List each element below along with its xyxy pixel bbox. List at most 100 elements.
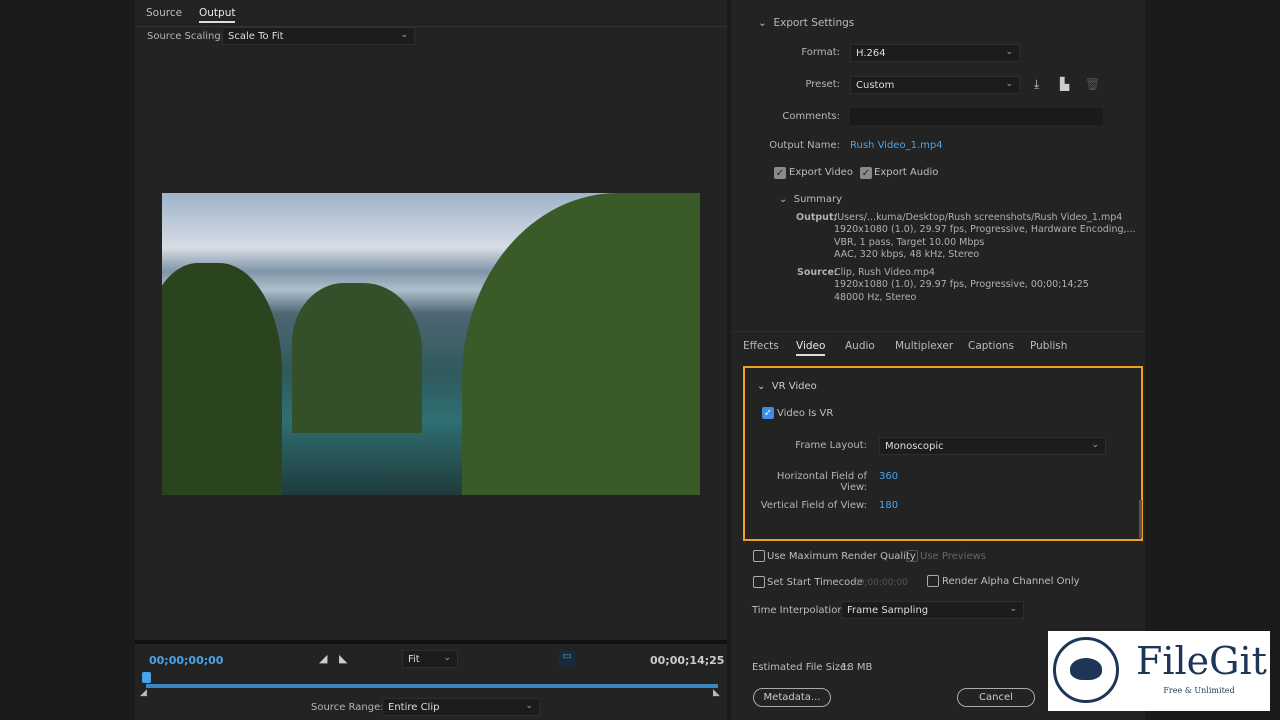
import-preset-icon[interactable]: ▙: [1060, 77, 1069, 91]
summary-output-line: AAC, 320 kbps, 48 kHz, Stereo: [834, 249, 980, 260]
use-previews-label: Use Previews: [920, 551, 986, 562]
source-range-value: Entire Clip: [388, 702, 440, 713]
export-settings-header[interactable]: ⌄ Export Settings: [758, 17, 854, 29]
zoom-dropdown[interactable]: Fit ⌄: [402, 650, 458, 668]
frame-layout-label: Frame Layout:: [795, 440, 867, 451]
video-is-vr-checkbox[interactable]: ✓: [762, 407, 774, 419]
island-left: [162, 263, 282, 495]
export-audio-checkbox[interactable]: ✓: [860, 167, 872, 179]
vfov-label: Vertical Field of View:: [760, 500, 867, 511]
chevron-down-icon: ⌄: [1091, 440, 1099, 450]
output-name-link[interactable]: Rush Video_1.mp4: [850, 140, 943, 151]
filegit-watermark: FileGit Free & Unlimited: [1048, 631, 1270, 711]
use-previews-checkbox[interactable]: [906, 550, 918, 562]
tab-source[interactable]: Source: [146, 7, 182, 19]
chevron-down-icon: ⌄: [1005, 79, 1013, 89]
source-range-label: Source Range:: [311, 702, 384, 713]
out-point-handle[interactable]: ◣: [713, 688, 720, 698]
format-label: Format:: [801, 47, 840, 58]
vfov-value[interactable]: 180: [879, 500, 898, 511]
start-timecode-value[interactable]: 00;00;00;00: [853, 578, 908, 588]
playhead-handle[interactable]: [142, 672, 151, 683]
tab-publish[interactable]: Publish: [1030, 340, 1067, 352]
mark-in-icon[interactable]: ◢: [319, 652, 327, 665]
frame-layout-value: Monoscopic: [885, 441, 944, 452]
alpha-only-label: Render Alpha Channel Only: [942, 576, 1080, 587]
filegit-tagline: Free & Unlimited: [1163, 686, 1235, 695]
export-video-checkbox[interactable]: ✓: [774, 167, 786, 179]
vr-video-header[interactable]: ⌄ VR Video: [757, 381, 817, 392]
start-timecode-checkbox[interactable]: [753, 576, 765, 588]
file-size-value: 18 MB: [841, 662, 873, 673]
time-interpolation-label: Time Interpolation:: [752, 605, 848, 616]
chevron-down-icon: ⌄: [1005, 47, 1013, 57]
tab-captions[interactable]: Captions: [968, 340, 1014, 352]
tab-audio[interactable]: Audio: [845, 340, 875, 352]
tab-effects[interactable]: Effects: [743, 340, 779, 352]
summary-source-label: Source:: [797, 267, 838, 278]
cancel-button[interactable]: Cancel: [957, 688, 1035, 707]
format-value: H.264: [856, 48, 886, 59]
filegit-logo-icon: [1053, 637, 1119, 703]
chevron-down-icon: ⌄: [1009, 604, 1017, 614]
timecode-duration: 00;00;14;25: [650, 654, 725, 667]
source-scaling-label: Source Scaling:: [147, 31, 225, 42]
aspect-icon[interactable]: ▭: [559, 651, 575, 667]
timecode-current[interactable]: 00;00;00;00: [149, 654, 223, 667]
mark-out-icon[interactable]: ◣: [339, 652, 347, 665]
alpha-only-checkbox[interactable]: [927, 575, 939, 587]
island-middle: [292, 283, 422, 433]
chevron-down-icon: ⌄: [443, 653, 451, 663]
summary-output-line: VBR, 1 pass, Target 10.00 Mbps: [834, 237, 985, 248]
vr-video-section: ⌄ VR Video ✓ Video Is VR Frame Layout: M…: [743, 366, 1143, 541]
summary-output-label: Output:: [796, 212, 838, 223]
max-render-checkbox[interactable]: [753, 550, 765, 562]
summary-header[interactable]: ⌄ Summary: [779, 194, 842, 205]
time-interpolation-value: Frame Sampling: [847, 605, 929, 616]
chevron-down-icon: ⌄: [525, 701, 533, 711]
tab-multiplexer[interactable]: Multiplexer: [895, 340, 953, 352]
video-preview: [162, 193, 700, 495]
preset-value: Custom: [856, 80, 895, 91]
preset-label: Preset:: [805, 79, 840, 90]
summary-source-line: Clip, Rush Video.mp4: [834, 267, 935, 278]
source-range-dropdown[interactable]: Entire Clip ⌄: [382, 698, 540, 716]
timeline-range-bar[interactable]: [146, 684, 718, 688]
summary-title: Summary: [793, 194, 843, 205]
summary-output-line: 1920x1080 (1.0), 29.97 fps, Progressive,…: [834, 224, 1136, 235]
format-dropdown[interactable]: H.264 ⌄: [850, 44, 1020, 62]
hfov-value[interactable]: 360: [879, 471, 898, 482]
island-right: [462, 193, 700, 495]
export-settings-panel: ⌄ Export Settings Format: H.264 ⌄ Preset:…: [731, 0, 1145, 720]
summary-output-line: /Users/...kuma/Desktop/Rush screenshots/…: [834, 212, 1123, 223]
tab-output[interactable]: Output: [199, 7, 236, 23]
save-preset-icon[interactable]: ⤓: [1034, 77, 1039, 92]
zoom-value: Fit: [408, 654, 420, 665]
time-interpolation-dropdown[interactable]: Frame Sampling ⌄: [841, 601, 1024, 619]
tab-video[interactable]: Video: [796, 340, 826, 356]
file-size-label: Estimated File Size:: [752, 662, 850, 673]
chevron-down-icon: ⌄: [400, 30, 408, 40]
metadata-button[interactable]: Metadata...: [753, 688, 831, 707]
delete-preset-icon[interactable]: 🗑: [1085, 77, 1100, 91]
summary-source-line: 1920x1080 (1.0), 29.97 fps, Progressive,…: [834, 279, 1089, 290]
max-render-label: Use Maximum Render Quality: [767, 551, 916, 562]
scrollbar[interactable]: [1139, 500, 1142, 538]
output-name-label: Output Name:: [769, 140, 840, 151]
hfov-label: Horizontal Field of View:: [776, 471, 867, 493]
comments-input[interactable]: [850, 108, 1103, 125]
frame-layout-dropdown[interactable]: Monoscopic ⌄: [879, 437, 1106, 455]
export-video-label: Export Video: [789, 167, 853, 178]
source-scaling-value: Scale To Fit: [228, 31, 284, 42]
comments-label: Comments:: [782, 111, 840, 122]
export-audio-label: Export Audio: [874, 167, 939, 178]
source-scaling-dropdown[interactable]: Scale To Fit ⌄: [222, 27, 415, 45]
vr-video-title: VR Video: [771, 381, 817, 392]
in-point-handle[interactable]: ◢: [140, 688, 147, 698]
filegit-brand: FileGit: [1136, 639, 1267, 683]
summary-source-line: 48000 Hz, Stereo: [834, 292, 917, 303]
preset-dropdown[interactable]: Custom ⌄: [850, 76, 1020, 94]
video-is-vr-label: Video Is VR: [777, 408, 834, 419]
start-timecode-label: Set Start Timecode: [767, 577, 863, 588]
export-settings-title: Export Settings: [773, 17, 855, 29]
